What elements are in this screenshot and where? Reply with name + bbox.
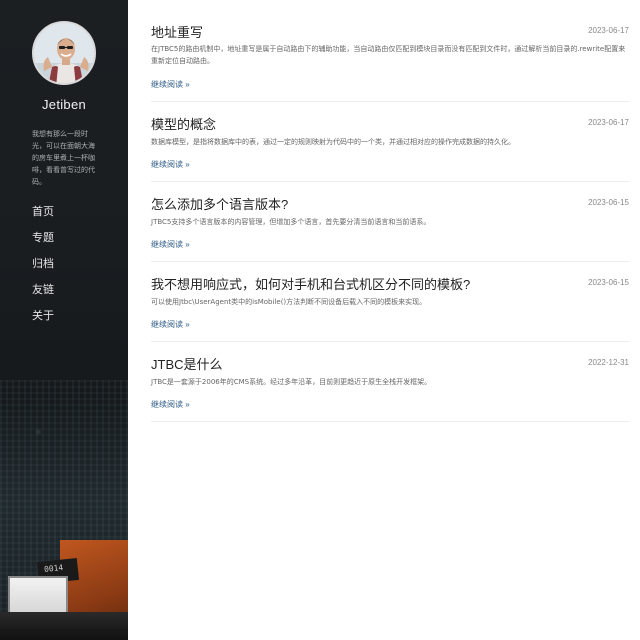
article-item: 地址重写 2023-06-17 在JTBC5的路由机制中，地址重写是属于自动路由… <box>151 0 629 102</box>
article-title[interactable]: 我不想用响应式，如何对手机和台式机区分不同的模板? <box>151 274 470 293</box>
nav-item-topics[interactable]: 专题 <box>32 231 54 257</box>
read-more-link[interactable]: 继续阅读 » <box>151 399 190 410</box>
article-title[interactable]: 模型的概念 <box>151 114 216 133</box>
article-item: JTBC是什么 2022-12-31 JTBC是一套源于2006年的CMS系统。… <box>151 342 629 422</box>
article-date: 2022-12-31 <box>588 358 629 367</box>
article-excerpt: 可以使用Jtbc\UserAgent类中的isMobile()方法判断不同设备后… <box>151 298 427 306</box>
article-excerpt: 在JTBC5的路由机制中，地址重写是属于自动路由下的辅助功能，当自动路由仅匹配到… <box>151 45 626 65</box>
sidebar-circuit-board-image: 0014 <box>0 520 128 640</box>
avatar[interactable] <box>32 21 96 85</box>
article-excerpt: 数据库模型，是指将数据库中的表，通过一定的规则映射为代码中的一个类，并通过相对应… <box>151 138 515 146</box>
sidebar: 0014 Jetiben 我想有那么一段时光，可以在面朝大海的房车里煮上一杯咖啡… <box>0 0 128 640</box>
read-more-link[interactable]: 继续阅读 » <box>151 79 190 90</box>
article-item: 模型的概念 2023-06-17 数据库模型，是指将数据库中的表，通过一定的规则… <box>151 102 629 182</box>
nav-item-home[interactable]: 首页 <box>32 205 54 231</box>
nav-item-about[interactable]: 关于 <box>32 309 54 335</box>
article-date: 2023-06-15 <box>588 198 629 207</box>
author-name[interactable]: Jetiben <box>0 97 128 112</box>
article-date: 2023-06-17 <box>588 26 629 35</box>
read-more-link[interactable]: 继续阅读 » <box>151 159 190 170</box>
article-date: 2023-06-15 <box>588 278 629 287</box>
author-bio: 我想有那么一段时光，可以在面朝大海的房车里煮上一杯咖啡，看看曾写过的代码。 <box>32 130 95 186</box>
article-date: 2023-06-17 <box>588 118 629 127</box>
read-more-link[interactable]: 继续阅读 » <box>151 239 190 250</box>
article-title[interactable]: 怎么添加多个语言版本? <box>151 194 288 213</box>
article-title[interactable]: 地址重写 <box>151 22 203 41</box>
nav-item-archive[interactable]: 归档 <box>32 257 54 283</box>
article-excerpt: JTBC是一套源于2006年的CMS系统。经过多年沿革，目前则更趋近于原生全栈开… <box>151 378 432 386</box>
article-item: 我不想用响应式，如何对手机和台式机区分不同的模板? 2023-06-15 可以使… <box>151 262 629 342</box>
avatar-photo <box>34 23 94 83</box>
sidebar-nav: 首页 专题 归档 友链 关于 <box>32 205 54 335</box>
article-excerpt: JTBC5支持多个语言版本的内容管理，但增加多个语言，首先要分清当前语言和当前语… <box>151 218 431 226</box>
nav-item-links[interactable]: 友链 <box>32 283 54 309</box>
article-list: 地址重写 2023-06-17 在JTBC5的路由机制中，地址重写是属于自动路由… <box>151 0 629 422</box>
article-item: 怎么添加多个语言版本? 2023-06-15 JTBC5支持多个语言版本的内容管… <box>151 182 629 262</box>
article-title[interactable]: JTBC是什么 <box>151 354 223 373</box>
read-more-link[interactable]: 继续阅读 » <box>151 319 190 330</box>
